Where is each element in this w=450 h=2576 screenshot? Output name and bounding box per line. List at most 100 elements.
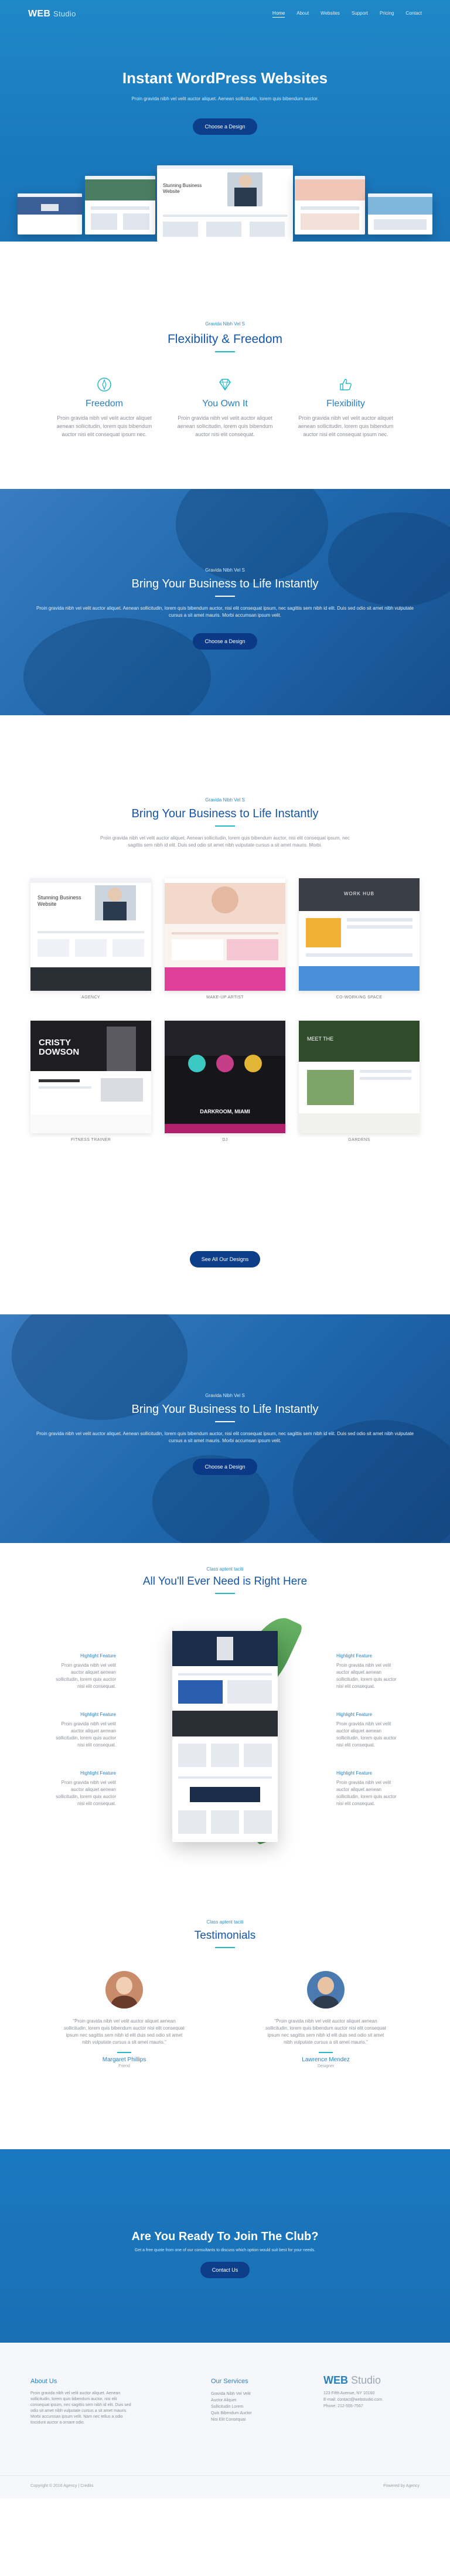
footer-address: 123 Fifth Avenue, NY 10160 bbox=[323, 2391, 375, 2395]
banner-text: Proin gravida nibh vel velit auctor aliq… bbox=[36, 1431, 414, 1443]
template-card-makeup[interactable]: MAKE-UP ARTIST bbox=[165, 878, 285, 1000]
feature-title: You Own It bbox=[202, 399, 248, 409]
avatar bbox=[105, 1971, 143, 2009]
mockup-left-far bbox=[18, 193, 82, 235]
template-grid: Stunning Business Website AGENCY MAKE-UP… bbox=[30, 878, 420, 1142]
footer-logo[interactable]: WEB Studio bbox=[323, 2374, 423, 2387]
template-thumbnail[interactable]: MEET THE bbox=[299, 1021, 420, 1133]
flex-title-underline bbox=[215, 351, 235, 352]
footer-service-link[interactable]: Quis Bibendum Auctor bbox=[211, 2410, 293, 2417]
feature-text: Proin gravida nibh vel velit auctor aliq… bbox=[177, 415, 273, 437]
footer: About Us Proin gravida nibh vel velit au… bbox=[0, 2343, 450, 2499]
powered-by-text: Powered by Agency bbox=[383, 2484, 420, 2488]
call-to-action-section: Are You Ready To Join The Club? Get a fr… bbox=[0, 2149, 450, 2343]
template-name[interactable]: MAKE-UP ARTIST bbox=[165, 995, 285, 1000]
template-thumbnail[interactable]: CRISTY DOWSON bbox=[30, 1021, 151, 1133]
template-card-gardens[interactable]: MEET THE GARDENS bbox=[299, 1021, 420, 1142]
testimonials-eyebrow: Class aptent taciti bbox=[206, 1919, 244, 1925]
footer-bottom-bar: Copyright © 2016 Agency | Credits Powere… bbox=[0, 2475, 450, 2499]
hero-subtitle: Proin gravida nibh vel velit auctor aliq… bbox=[131, 96, 319, 101]
need-eyebrow: Class aptent taciti bbox=[206, 1566, 244, 1572]
templates-description: Proin gravida nibh vel velit auctor aliq… bbox=[100, 835, 350, 848]
highlight-feature-right-1: Highlight Feature Proin gravida nibh vel … bbox=[336, 1653, 397, 1689]
website-mockup-device bbox=[172, 1631, 278, 1842]
contact-us-button[interactable]: Contact Us bbox=[200, 2262, 250, 2278]
highlight-feature-right-2: Highlight Feature Proin gravida nibh vel … bbox=[336, 1712, 397, 1748]
cta-title: Are You Ready To Join The Club? bbox=[131, 2230, 319, 2243]
highlight-feature-left-2: Highlight Feature Proin gravida nibh vel … bbox=[56, 1712, 116, 1748]
menu-item-home[interactable]: Home bbox=[272, 11, 285, 18]
templates-section: Gravida Nibh Vel S Bring Your Business t… bbox=[0, 715, 450, 1314]
footer-about: About Us Proin gravida nibh vel velit au… bbox=[30, 2378, 136, 2426]
highlight-feature-left-3: Highlight Feature Proin gravida nibh vel … bbox=[56, 1770, 116, 1806]
template-thumbnail[interactable] bbox=[165, 878, 285, 991]
mockup-headline: Stunning Business Website bbox=[163, 183, 202, 194]
template-thumbnail[interactable]: Stunning Business Website bbox=[30, 878, 151, 991]
menu-item-websites[interactable]: Websites bbox=[321, 11, 340, 18]
see-all-designs-button[interactable]: See All Our Designs bbox=[189, 1251, 261, 1267]
copyright-text: Copyright © 2016 Agency | Credits bbox=[30, 2484, 94, 2488]
banner-section-2: Gravida Nibh Vel S Bring Your Business t… bbox=[0, 1314, 450, 1543]
testimonials-section: Class aptent taciti Testimonials "Proin … bbox=[0, 1896, 450, 2149]
menu-item-support[interactable]: Support bbox=[352, 11, 368, 18]
feature-list: Freedom Proin gravida nibh vel velit auc… bbox=[0, 376, 450, 439]
footer-email[interactable]: E-mail: contact@webstudio.com bbox=[323, 2397, 423, 2403]
flexibility-section: Gravida Nibh Vel S Flexibility & Freedom… bbox=[0, 242, 450, 489]
feature-own-it: You Own It Proin gravida nibh vel velit … bbox=[175, 376, 275, 439]
templates-title: Bring Your Business to Life Instantly bbox=[131, 807, 319, 820]
diamond-icon bbox=[175, 376, 275, 394]
mockup-right bbox=[295, 176, 365, 235]
need-underline bbox=[215, 1593, 235, 1594]
testimonials-underline bbox=[215, 1947, 235, 1948]
main-menu: Home About Websites Support Pricing Cont… bbox=[272, 11, 422, 18]
footer-service-link[interactable]: Sollicitudin Lorem bbox=[211, 2404, 293, 2410]
footer-service-link[interactable]: Auctor Aliquet bbox=[211, 2397, 293, 2404]
footer-about-title: About Us bbox=[30, 2378, 57, 2385]
footer-contact: WEB Studio 123 Fifth Avenue, NY 10160 E-… bbox=[323, 2374, 423, 2410]
footer-service-link[interactable]: Gravida Nibh Vel Velit bbox=[211, 2391, 293, 2397]
template-name[interactable]: CO-WORKING SPACE bbox=[299, 995, 420, 1000]
banner-eyebrow: Gravida Nibh Vel S bbox=[205, 567, 245, 573]
footer-about-text: Proin gravida nibh vel velit auctor aliq… bbox=[30, 2391, 131, 2425]
banner-title: Bring Your Business to Life Instantly bbox=[131, 577, 319, 590]
flex-eyebrow: Gravida Nibh Vel S bbox=[205, 321, 245, 327]
template-card-agency[interactable]: Stunning Business Website AGENCY bbox=[30, 878, 151, 1000]
feature-text: Proin gravida nibh vel velit auctor aliq… bbox=[56, 415, 152, 437]
template-thumbnail[interactable]: WORK HUB bbox=[299, 878, 420, 991]
mockup-center: Stunning Business Website bbox=[157, 165, 293, 242]
template-card-coworking[interactable]: WORK HUB CO-WORKING SPACE bbox=[299, 878, 420, 1000]
template-card-dj[interactable]: DARKROOM, MIAMI DJ bbox=[165, 1021, 285, 1142]
choose-design-button[interactable]: Choose a Design bbox=[193, 118, 257, 135]
menu-item-pricing[interactable]: Pricing bbox=[380, 11, 394, 18]
template-thumbnail[interactable]: DARKROOM, MIAMI bbox=[165, 1021, 285, 1133]
banner-underline bbox=[215, 596, 235, 597]
template-card-fitness[interactable]: CRISTY DOWSON FITNESS TRAINER bbox=[30, 1021, 151, 1142]
features-showcase-section: Class aptent taciti All You'll Ever Need… bbox=[0, 1543, 450, 1896]
templates-underline bbox=[215, 825, 235, 827]
testimonial-role: Friend bbox=[118, 2064, 130, 2068]
banner-title: Bring Your Business to Life Instantly bbox=[131, 1403, 319, 1416]
menu-item-contact[interactable]: Contact bbox=[405, 11, 422, 18]
hero-title: Instant WordPress Websites bbox=[122, 69, 328, 87]
need-title: All You'll Ever Need is Right Here bbox=[142, 1575, 308, 1588]
menu-item-about[interactable]: About bbox=[296, 11, 309, 18]
testimonial-quote: "Proin gravida nibh vel velit auctor ali… bbox=[64, 2018, 185, 2045]
testimonials-title: Testimonials bbox=[194, 1929, 256, 1942]
top-navigation: WEB Studio Home About Websites Support P… bbox=[28, 8, 422, 20]
template-name[interactable]: GARDENS bbox=[299, 1138, 420, 1142]
cta-text: Get a free quote from one of our consult… bbox=[134, 2248, 316, 2252]
thumbs-up-icon bbox=[296, 376, 396, 394]
choose-design-button[interactable]: Choose a Design bbox=[193, 1459, 257, 1475]
template-name[interactable]: FITNESS TRAINER bbox=[30, 1138, 151, 1142]
avatar bbox=[307, 1971, 345, 2009]
template-name[interactable]: AGENCY bbox=[30, 995, 151, 1000]
footer-service-link[interactable]: Nisi Elit Consequat bbox=[211, 2417, 293, 2423]
choose-design-button[interactable]: Choose a Design bbox=[193, 633, 257, 650]
mockup-left bbox=[85, 176, 155, 235]
banner-text: Proin gravida nibh vel velit auctor aliq… bbox=[36, 606, 414, 618]
site-logo[interactable]: WEB Studio bbox=[28, 9, 76, 19]
template-name[interactable]: DJ bbox=[165, 1138, 285, 1142]
feature-flexibility: Flexibility Proin gravida nibh vel velit… bbox=[296, 376, 396, 439]
footer-services-title: Our Services bbox=[211, 2378, 248, 2385]
testimonial-name: Lawrence Mendez bbox=[302, 2057, 350, 2063]
